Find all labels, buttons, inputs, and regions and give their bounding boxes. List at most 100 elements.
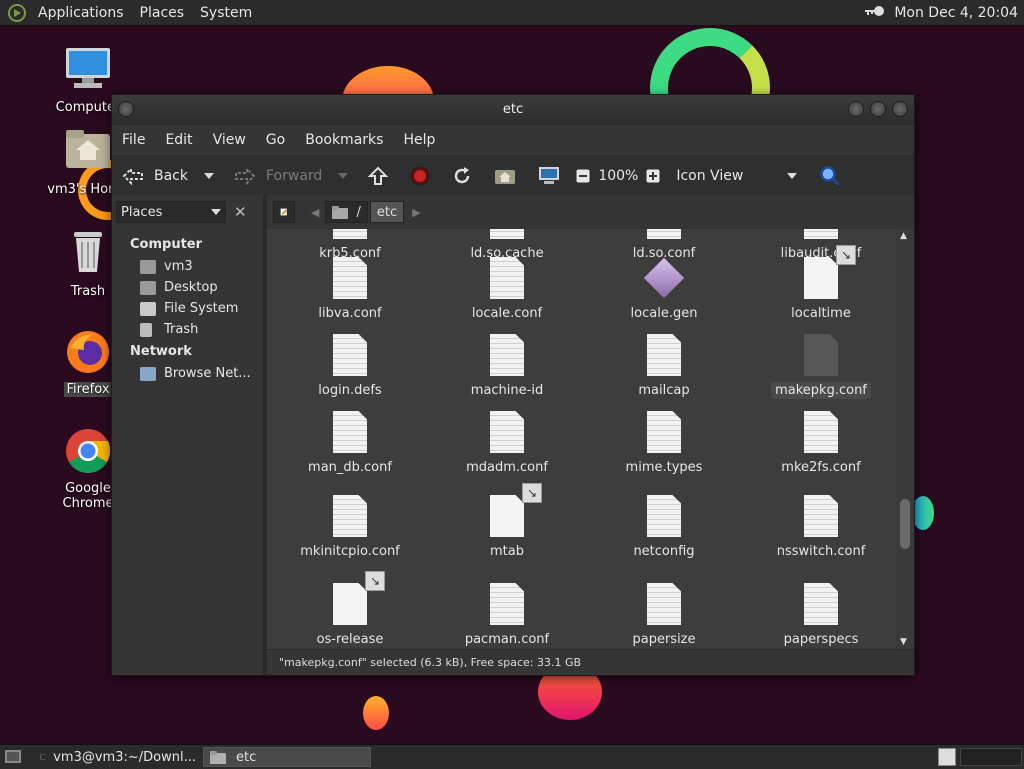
- text-file-icon: [490, 334, 524, 376]
- file-item-label: mailcap: [638, 383, 690, 398]
- file-item[interactable]: ↘ os-release: [275, 571, 425, 648]
- vertical-scrollbar[interactable]: ▲ ▼: [896, 229, 914, 649]
- maximize-button[interactable]: [870, 101, 886, 117]
- edit-icon: [280, 208, 288, 216]
- places-menu[interactable]: Places: [132, 5, 193, 21]
- toggle-location-entry-button[interactable]: [273, 201, 295, 223]
- trash-icon: [64, 230, 112, 278]
- menu-edit[interactable]: Edit: [155, 132, 202, 148]
- sidebar-type-select[interactable]: Places: [116, 201, 226, 223]
- file-item[interactable]: mailcap: [589, 334, 739, 399]
- applications-menu[interactable]: Applications: [30, 5, 132, 21]
- window-title: etc: [502, 102, 524, 117]
- file-item[interactable]: pacman.conf: [432, 583, 582, 648]
- desktop-folder-icon: [140, 280, 156, 295]
- menu-bookmarks[interactable]: Bookmarks: [295, 132, 393, 148]
- system-menu[interactable]: System: [192, 5, 260, 21]
- workspace-switcher[interactable]: [938, 748, 956, 766]
- text-file-icon: [333, 495, 367, 537]
- wallpaper-teal-blob: [912, 496, 934, 530]
- folder-icon: [210, 750, 226, 764]
- path-crumb-current[interactable]: etc: [369, 201, 405, 223]
- file-item-label: pacman.conf: [464, 632, 550, 647]
- file-item-label: localtime: [791, 306, 851, 321]
- file-item[interactable]: mdadm.conf: [432, 411, 582, 476]
- taskbar-item-etc[interactable]: etc: [203, 747, 371, 767]
- window-titlebar[interactable]: etc: [112, 95, 914, 125]
- file-item-label: locale.conf: [471, 306, 543, 321]
- sidebar-item-desktop[interactable]: Desktop: [112, 277, 263, 298]
- path-scroll-right-icon[interactable]: ▶: [412, 206, 420, 219]
- file-item[interactable]: mke2fs.conf: [746, 411, 896, 476]
- desktop-icon-label: Google Chrome: [62, 481, 114, 511]
- sidebar-item-vm3[interactable]: vm3: [112, 256, 263, 277]
- sidebar-item-browse-network[interactable]: Browse Net...: [112, 363, 263, 384]
- sidebar-item-file-system[interactable]: File System: [112, 298, 263, 319]
- keyring-icon[interactable]: [864, 4, 886, 22]
- scroll-down-arrow-icon[interactable]: ▼: [900, 637, 907, 647]
- menu-view[interactable]: View: [203, 132, 256, 148]
- back-history-chevron-icon[interactable]: [204, 173, 214, 179]
- zoom-out-button[interactable]: [570, 169, 596, 183]
- scroll-up-arrow-icon[interactable]: ▲: [900, 231, 907, 241]
- file-item[interactable]: ↘ localtime: [746, 245, 896, 322]
- sidebar-item-label: Browse Net...: [164, 366, 251, 381]
- menu-go[interactable]: Go: [256, 132, 295, 148]
- file-item[interactable]: machine-id: [432, 334, 582, 399]
- file-item[interactable]: papersize: [589, 583, 739, 648]
- file-item[interactable]: makepkg.conf: [746, 334, 896, 399]
- file-item[interactable]: nsswitch.conf: [746, 495, 896, 560]
- computer-button[interactable]: [532, 166, 566, 186]
- file-item[interactable]: netconfig: [589, 495, 739, 560]
- path-scroll-left-icon[interactable]: ◀: [311, 206, 319, 219]
- file-item[interactable]: libva.conf: [275, 257, 425, 322]
- menu-help[interactable]: Help: [393, 132, 445, 148]
- show-desktop-icon[interactable]: [4, 749, 22, 769]
- search-button[interactable]: [813, 165, 847, 187]
- file-item[interactable]: paperspecs: [746, 583, 896, 648]
- file-item[interactable]: locale.gen: [589, 257, 739, 322]
- file-item[interactable]: locale.conf: [432, 257, 582, 322]
- text-file-icon: [333, 411, 367, 453]
- sidebar-type-label: Places: [121, 204, 163, 220]
- window-menu-button[interactable]: [118, 101, 134, 117]
- terminal-icon: [40, 754, 46, 760]
- close-button[interactable]: [892, 101, 908, 117]
- desktop-icon-label: Firefox: [64, 382, 112, 397]
- symlink-file-icon: [804, 257, 838, 299]
- stop-button[interactable]: [404, 166, 436, 186]
- sidebar-item-trash[interactable]: Trash: [112, 319, 263, 340]
- forward-button[interactable]: Forward: [228, 167, 354, 185]
- view-mode-select[interactable]: Icon View: [670, 168, 803, 184]
- back-button[interactable]: Back: [112, 167, 220, 185]
- up-button[interactable]: [362, 166, 394, 186]
- file-item-label: mdadm.conf: [466, 460, 548, 475]
- back-arrow-icon: [122, 167, 143, 185]
- home-button[interactable]: [488, 167, 522, 185]
- file-item[interactable]: mime.types: [589, 411, 739, 476]
- search-icon: [820, 166, 841, 187]
- file-item-label: papersize: [632, 632, 696, 647]
- minimize-button[interactable]: [848, 101, 864, 117]
- clock[interactable]: Mon Dec 4, 20:04: [886, 5, 1018, 21]
- workspace-switcher-2[interactable]: [960, 748, 1022, 766]
- back-label: Back: [154, 168, 188, 184]
- file-item[interactable]: man_db.conf: [275, 411, 425, 476]
- path-root-button[interactable]: /: [325, 201, 368, 223]
- forward-history-chevron-icon[interactable]: [338, 173, 349, 179]
- menu-file[interactable]: File: [112, 132, 155, 148]
- file-item[interactable]: login.defs: [275, 334, 425, 399]
- file-item[interactable]: ↘ mtab: [432, 483, 582, 560]
- file-icon-view[interactable]: krb5.conf ld.so.cache ld.so.conf libaudit.c…: [267, 229, 896, 649]
- scrollbar-thumb[interactable]: [900, 499, 910, 549]
- forward-label: Forward: [266, 168, 323, 184]
- reload-button[interactable]: [446, 166, 478, 186]
- distro-logo-icon[interactable]: [8, 3, 26, 22]
- taskbar-item-terminal[interactable]: vm3@vm3:~/Downl...: [34, 747, 202, 767]
- zoom-out-icon: [576, 169, 590, 183]
- network-icon: [140, 366, 156, 381]
- file-item[interactable]: mkinitcpio.conf: [275, 495, 425, 560]
- sidebar-item-label: File System: [164, 301, 239, 316]
- close-sidebar-icon[interactable]: ✕: [234, 203, 247, 221]
- zoom-in-button[interactable]: [640, 169, 666, 183]
